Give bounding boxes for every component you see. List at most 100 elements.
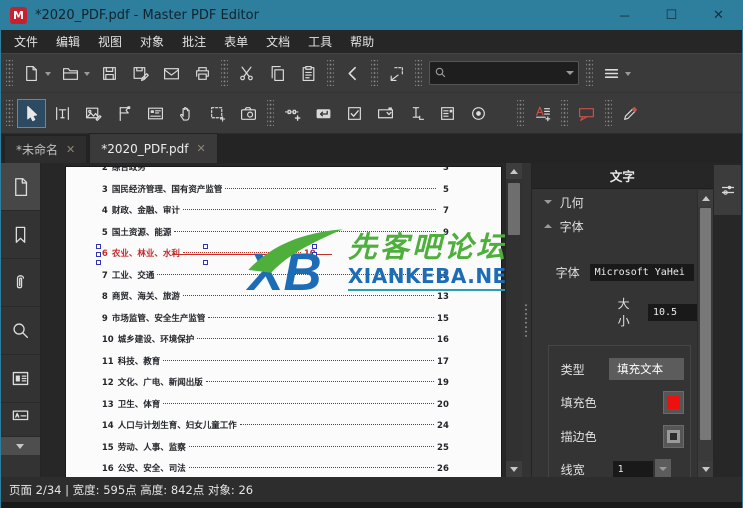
toolbar-grip[interactable] <box>221 60 228 86</box>
fit-page-button[interactable] <box>382 59 411 88</box>
email-button[interactable] <box>157 59 186 88</box>
snapshot-button[interactable] <box>234 99 263 128</box>
checkbox-button[interactable] <box>340 99 369 128</box>
toc-row[interactable]: 16公安、安全、司法26 <box>102 459 449 477</box>
hand-button[interactable] <box>172 99 201 128</box>
toolbar-grip[interactable] <box>517 100 524 126</box>
scroll-up-button[interactable] <box>506 163 522 179</box>
save-button[interactable] <box>95 59 124 88</box>
note-add-button[interactable] <box>528 99 557 128</box>
toolbar-grip[interactable] <box>6 100 13 126</box>
panel-scrollbar[interactable] <box>697 190 713 477</box>
back-button[interactable] <box>338 59 367 88</box>
document-scrollbar[interactable] <box>505 163 522 477</box>
new-document-button[interactable] <box>17 59 46 88</box>
section-font[interactable]: 字体 <box>532 214 698 238</box>
save-as-button[interactable] <box>126 59 155 88</box>
marquee-button[interactable] <box>203 99 232 128</box>
open-folder-button[interactable] <box>56 59 85 88</box>
selection-handle[interactable] <box>96 260 101 265</box>
scroll-down-button[interactable] <box>698 461 713 477</box>
menu-item-document[interactable]: 文档 <box>257 30 299 53</box>
menu-lines-button[interactable] <box>597 59 626 88</box>
close-button[interactable]: ✕ <box>695 0 742 30</box>
scroll-up-button[interactable] <box>698 190 713 206</box>
copy-button[interactable] <box>263 59 292 88</box>
toolbar-grip[interactable] <box>586 60 593 86</box>
maximize-button[interactable]: ☐ <box>648 0 695 30</box>
toc-row[interactable]: 3国民经济管理、国有资产监管5 <box>102 180 449 202</box>
paste-button[interactable] <box>294 59 323 88</box>
sidebar-signatures-button[interactable] <box>1 403 40 437</box>
menu-item-forms[interactable]: 表单 <box>215 30 257 53</box>
radio-button-button[interactable] <box>464 99 493 128</box>
toolbar-search-input[interactable] <box>447 67 566 79</box>
toolbar-grip[interactable] <box>415 60 422 86</box>
menu-item-view[interactable]: 视图 <box>89 30 131 53</box>
edit-path-button[interactable] <box>110 99 139 128</box>
menu-item-object[interactable]: 对象 <box>131 30 173 53</box>
select-arrow-button[interactable] <box>17 99 46 128</box>
text-field-button[interactable] <box>402 99 431 128</box>
sidebar-scroll-down-button[interactable] <box>1 437 40 455</box>
font-family-input[interactable]: Microsoft YaHei <box>590 264 694 281</box>
line-width-input[interactable]: 1 <box>613 461 653 478</box>
toc-row[interactable]: 12文化、广电、新闻出版19 <box>102 373 449 395</box>
toc-row[interactable]: 9市场监管、安全生产监管15 <box>102 309 449 331</box>
chevron-down-icon[interactable] <box>566 71 574 75</box>
toc-row[interactable]: 10城乡建设、环境保护16 <box>102 330 449 352</box>
scrollbar-thumb[interactable] <box>508 183 520 235</box>
tab-close-icon[interactable]: ✕ <box>197 142 206 155</box>
menu-item-file[interactable]: 文件 <box>5 30 47 53</box>
combobox-button[interactable] <box>371 99 400 128</box>
sidebar-bookmarks-button[interactable] <box>1 211 40 259</box>
tab-untitled[interactable]: *未命名✕ <box>4 135 87 163</box>
tab-2020-pdf[interactable]: *2020_PDF.pdf✕ <box>89 133 217 163</box>
titlebar[interactable]: M *2020_PDF.pdf - Master PDF Editor ─☐✕ <box>1 0 742 30</box>
type-select[interactable]: 填充文本 <box>609 358 684 380</box>
minimize-button[interactable]: ─ <box>601 0 648 30</box>
sidebar-page-thumbnails-button[interactable] <box>1 163 40 211</box>
menu-item-help[interactable]: 帮助 <box>341 30 383 53</box>
edit-image-button[interactable] <box>79 99 108 128</box>
form-editor-button[interactable] <box>141 99 170 128</box>
line-width-dropdown[interactable] <box>655 459 671 477</box>
menu-item-edit[interactable]: 编辑 <box>47 30 89 53</box>
toolbar-grip[interactable] <box>605 100 612 126</box>
font-size-input[interactable]: 10.5 <box>648 304 697 321</box>
link-add-button[interactable] <box>278 99 307 128</box>
callout-button[interactable] <box>572 99 601 128</box>
toolbar-grip[interactable] <box>6 60 13 86</box>
sidebar-attachments-button[interactable] <box>1 259 40 307</box>
scroll-down-button[interactable] <box>506 461 522 477</box>
menu-item-comment[interactable]: 批注 <box>173 30 215 53</box>
selection-handle[interactable] <box>96 244 101 249</box>
panel-splitter[interactable] <box>522 163 531 477</box>
cut-button[interactable] <box>232 59 261 88</box>
toc-row[interactable]: 11科技、教育17 <box>102 352 449 374</box>
selection-handle[interactable] <box>203 244 208 249</box>
print-button[interactable] <box>188 59 217 88</box>
properties-tab[interactable] <box>714 165 741 215</box>
toolbar-grip[interactable] <box>561 100 568 126</box>
enter-key-button[interactable] <box>309 99 338 128</box>
toolbar-grip[interactable] <box>267 100 274 126</box>
toc-row[interactable]: 15劳动、人事、监察25 <box>102 438 449 460</box>
toc-row[interactable]: 4财政、金融、审计7 <box>102 201 449 223</box>
section-geometry[interactable]: 几何 <box>532 190 698 214</box>
stroke-color-button[interactable] <box>663 425 684 448</box>
sidebar-search-panel-button[interactable] <box>1 307 40 355</box>
sidebar-form-fields-button[interactable] <box>1 355 40 403</box>
toc-row[interactable]: 13卫生、体育20 <box>102 395 449 417</box>
scrollbar-thumb[interactable] <box>700 208 711 440</box>
tab-close-icon[interactable]: ✕ <box>66 143 75 156</box>
toolbar-grip[interactable] <box>371 60 378 86</box>
selection-handle[interactable] <box>203 260 208 265</box>
fill-color-button[interactable] <box>663 391 684 414</box>
edit-text-button[interactable] <box>48 99 77 128</box>
listbox-button[interactable] <box>433 99 462 128</box>
toolbar-grip[interactable] <box>327 60 334 86</box>
menu-item-tools[interactable]: 工具 <box>299 30 341 53</box>
selection-handle[interactable] <box>96 252 101 257</box>
eraser-pen-button[interactable] <box>616 99 645 128</box>
